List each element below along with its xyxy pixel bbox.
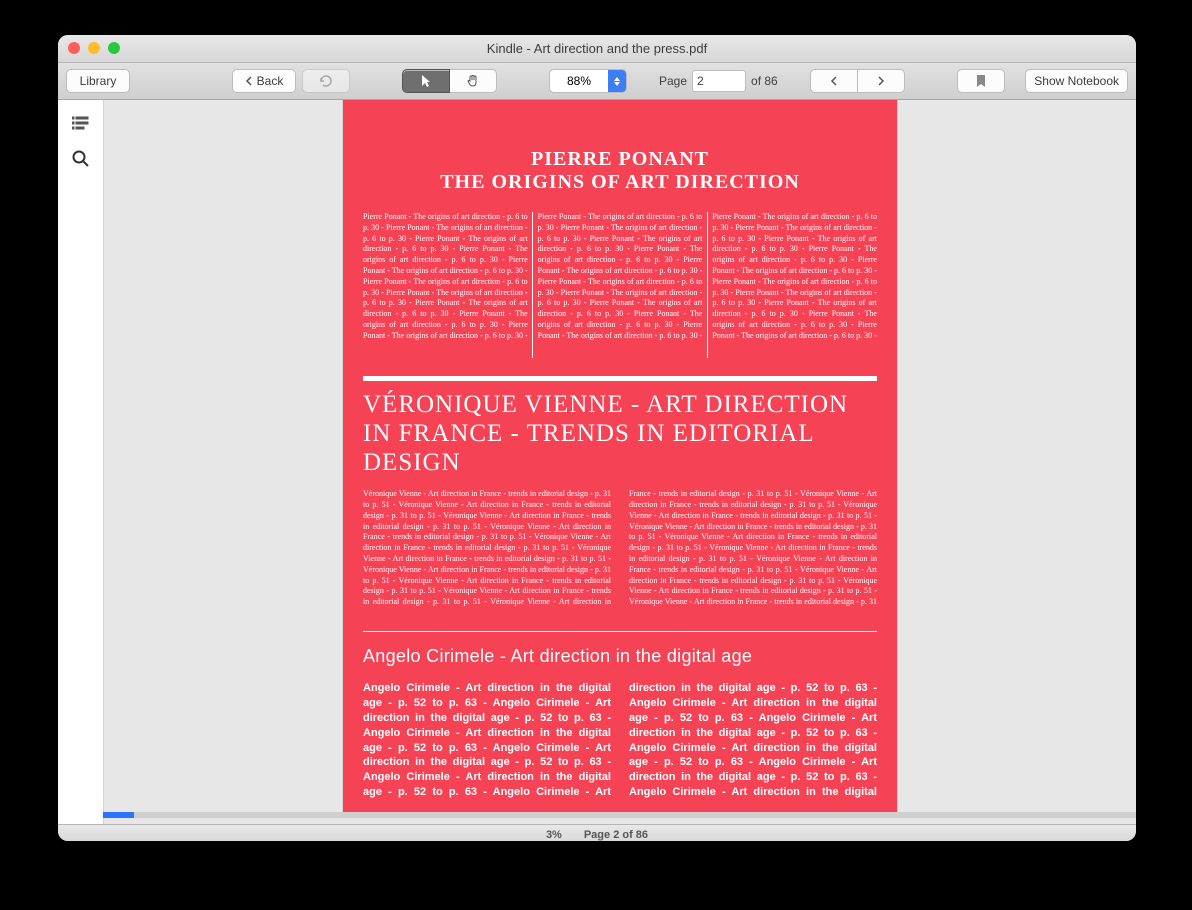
titlebar: Kindle - Art direction and the press.pdf [58, 35, 1136, 63]
reader-body: Pierre Ponant The origins of art directi… [58, 100, 1136, 824]
section1-body: Pierre Ponant - The origins of art direc… [363, 212, 877, 358]
search-button[interactable] [72, 150, 90, 168]
window-controls [68, 42, 120, 54]
chevron-left-icon [830, 76, 838, 86]
page-total: of 86 [751, 74, 778, 88]
next-page-button[interactable] [858, 69, 905, 93]
toc-button[interactable] [72, 116, 90, 130]
hand-icon [466, 74, 480, 88]
document-page: Pierre Ponant The origins of art directi… [343, 100, 897, 814]
page-viewer[interactable]: Pierre Ponant The origins of art directi… [104, 100, 1136, 824]
minimize-window-button[interactable] [88, 42, 100, 54]
back-button[interactable]: Back [232, 69, 296, 93]
caret-up-icon [614, 77, 620, 81]
section1-title: The origins of art direction [363, 171, 877, 194]
page-control: Page 2 of 86 [659, 70, 778, 92]
back-label: Back [257, 74, 284, 88]
window-title: Kindle - Art direction and the press.pdf [58, 35, 1136, 62]
bookmark-icon [976, 74, 986, 88]
show-notebook-button[interactable]: Show Notebook [1025, 69, 1128, 93]
pointer-tool-button[interactable] [402, 69, 450, 93]
hand-tool-button[interactable] [450, 69, 497, 93]
refresh-button[interactable] [302, 69, 350, 93]
page-label: Page [659, 74, 687, 88]
library-button[interactable]: Library [66, 69, 130, 93]
progress-bar[interactable] [103, 812, 1136, 818]
close-window-button[interactable] [68, 42, 80, 54]
tool-mode-segment [402, 69, 497, 93]
page-input[interactable]: 2 [692, 70, 746, 92]
status-percent: 3% [546, 829, 562, 841]
chevron-right-icon [877, 76, 885, 86]
caret-down-icon [614, 82, 620, 86]
zoom-control[interactable]: 88% [549, 69, 627, 93]
chevron-left-icon [245, 76, 253, 86]
sidebar [58, 100, 104, 824]
divider [363, 376, 877, 381]
prev-page-button[interactable] [810, 69, 858, 93]
section3-body: Angelo Cirimele - Art direction in the d… [363, 681, 877, 805]
status-page: Page 2 of 86 [584, 829, 648, 841]
bookmark-button[interactable] [957, 69, 1005, 93]
refresh-icon [319, 74, 333, 88]
section2-body: Véronique Vienne - Art direction in Fran… [363, 489, 877, 613]
divider [363, 631, 877, 632]
section3-title: Angelo Cirimele - Art direction in the d… [363, 646, 877, 667]
toc-icon [72, 116, 90, 130]
zoom-window-button[interactable] [108, 42, 120, 54]
app-window: Kindle - Art direction and the press.pdf… [58, 35, 1136, 841]
section2-title: VÉRONIQUE VIENNE - ART DIRECTION IN FRAN… [363, 391, 877, 477]
zoom-value: 88% [550, 74, 608, 88]
section1-author: Pierre Ponant [363, 148, 877, 171]
zoom-stepper[interactable] [608, 70, 626, 92]
search-icon [72, 150, 90, 168]
statusbar: 3% Page 2 of 86 [58, 824, 1136, 841]
page-nav-segment [810, 69, 905, 93]
toolbar: Library Back [58, 63, 1136, 100]
progress-fill [103, 812, 134, 818]
pointer-icon [420, 74, 432, 88]
